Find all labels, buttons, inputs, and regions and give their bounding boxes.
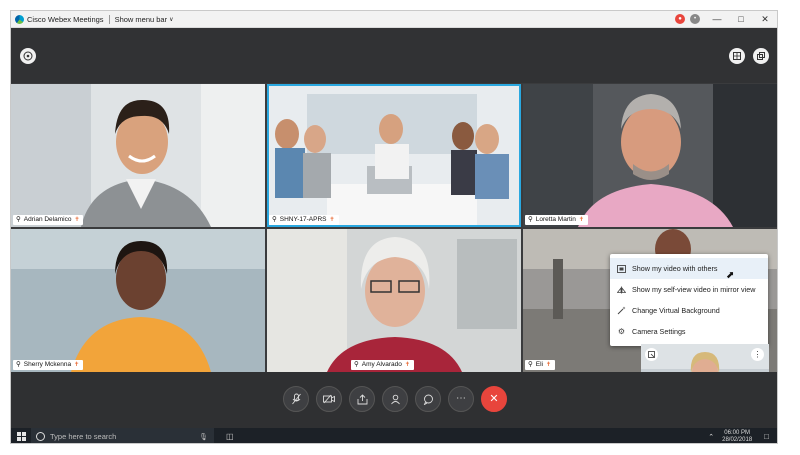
participant-video <box>267 229 521 372</box>
title-bar: Cisco Webex Meetings Show menu bar ∨ ● •… <box>11 11 777 28</box>
menu-item-label: Show my self-view video in mirror view <box>632 285 756 294</box>
grid-layout-icon <box>733 52 741 60</box>
share-icon <box>357 393 367 404</box>
participants-icon <box>390 394 400 404</box>
name-label: ⚲ SHNY-17-APRS ✝ <box>269 215 339 225</box>
notification-icon[interactable]: ● <box>675 14 685 24</box>
more-vertical-icon: ⋮ <box>753 349 762 359</box>
pin-icon: ⚲ <box>528 361 533 368</box>
name-label: ⚲ Sherry Mckenna ✝ <box>13 360 84 370</box>
microphone-muted-icon <box>291 393 301 405</box>
meeting-info-button[interactable] <box>20 48 36 64</box>
participant-name: SHNY-17-APRS <box>279 216 327 223</box>
layout-button[interactable] <box>729 48 745 64</box>
muted-mic-icon: ✝ <box>74 217 80 223</box>
app-title: Cisco Webex Meetings <box>27 14 104 24</box>
status-icon[interactable]: • <box>690 14 700 24</box>
name-label: ⚲ Amy Alvarado ✝ <box>351 360 414 370</box>
windows-taskbar: Type here to search 🎙 ◫ ⌃ 06:00 PM 28/02… <box>11 428 777 444</box>
name-label: ⚲ Adrian Delamico ✝ <box>13 215 84 225</box>
video-tile[interactable]: ⚲ SHNY-17-APRS ✝ <box>267 84 521 227</box>
participant-video <box>11 84 265 227</box>
participant-name: Adrian Delamico <box>23 216 72 223</box>
muted-mic-icon: ✝ <box>578 217 584 223</box>
participant-name: Loretta Martin <box>535 216 576 223</box>
windows-start-icon[interactable] <box>17 432 26 443</box>
muted-mic-icon: ✝ <box>404 362 410 368</box>
participant-name: Amy Alvarado <box>361 361 402 368</box>
chat-button[interactable] <box>415 386 441 412</box>
microphone-icon: 🎙 <box>199 433 208 441</box>
fullscreen-button[interactable] <box>753 48 769 64</box>
self-view-options-button[interactable] <box>645 348 658 361</box>
minimize-button[interactable]: — <box>705 11 729 27</box>
show-menu-bar-button[interactable]: Show menu bar ∨ <box>115 15 174 24</box>
meeting-top-bar <box>11 28 777 83</box>
search-circle-icon <box>36 432 45 441</box>
pin-icon: ⚲ <box>528 216 533 223</box>
stop-video-button[interactable] <box>316 386 342 412</box>
taskbar-clock[interactable]: 06:00 PM 28/02/2018 <box>722 430 752 444</box>
muted-mic-icon: ✝ <box>74 362 80 368</box>
menu-item-label: Show my video with others <box>632 264 718 273</box>
menu-item-show-video-with-others[interactable]: Show my video with others <box>610 258 768 279</box>
menu-item-mirror-view[interactable]: Show my self-view video in mirror view <box>610 279 768 300</box>
participant-video <box>11 229 265 372</box>
taskbar-search-box[interactable]: Type here to search 🎙 <box>31 428 214 443</box>
meeting-controls-bar: ⋯ ✕ <box>11 372 777 428</box>
participant-name: Eli <box>535 361 543 368</box>
name-label: ⚲ Loretta Martin ✝ <box>525 215 588 225</box>
muted-mic-icon: ✝ <box>546 362 552 368</box>
chevron-down-icon: ∨ <box>169 16 174 23</box>
name-label: ⚲ Eli ✝ <box>525 360 556 370</box>
chat-bubble-icon <box>423 394 433 405</box>
webex-window: Cisco Webex Meetings Show menu bar ∨ ● •… <box>10 10 778 444</box>
more-options-button[interactable]: ⋯ <box>448 386 474 412</box>
pin-icon: ⚲ <box>16 216 21 223</box>
show-menu-bar-label: Show menu bar <box>114 14 168 24</box>
video-options-menu: Show my video with others Show my self-v… <box>610 254 768 346</box>
menu-item-label: Camera Settings <box>632 327 686 336</box>
system-tray-chevron-icon[interactable]: ⌃ <box>708 433 714 441</box>
video-tile[interactable]: ⚲ Adrian Delamico ✝ <box>11 84 265 227</box>
webex-logo-icon <box>15 14 24 24</box>
close-window-button[interactable]: ✕ <box>753 11 777 27</box>
participant-video <box>267 84 521 227</box>
pin-icon: ⚲ <box>354 361 359 368</box>
magic-wand-icon <box>617 306 626 315</box>
participant-video <box>523 84 777 227</box>
maximize-button[interactable]: □ <box>729 11 753 27</box>
info-icon <box>23 51 33 61</box>
pin-icon: ⚲ <box>272 216 277 223</box>
clock-date: 28/02/2018 <box>722 436 753 443</box>
video-camera-icon <box>323 394 335 404</box>
video-tile[interactable]: ⚲ Sherry Mckenna ✝ <box>11 229 265 372</box>
title-separator <box>108 14 110 24</box>
self-view-more-button[interactable]: ⋮ <box>751 348 764 361</box>
more-horizontal-icon: ⋯ <box>456 393 466 404</box>
pin-icon: ⚲ <box>16 361 21 368</box>
share-content-button[interactable] <box>349 386 375 412</box>
gear-icon: ⚙ <box>617 327 626 336</box>
end-meeting-button[interactable]: ✕ <box>481 386 507 412</box>
show-video-icon <box>617 264 626 273</box>
notifications-icon[interactable]: □ <box>764 432 769 441</box>
menu-item-camera-settings[interactable]: ⚙ Camera Settings <box>610 321 768 342</box>
video-tile[interactable]: ⚲ Amy Alvarado ✝ <box>267 229 521 372</box>
menu-item-label: Change Virtual Background <box>632 306 720 315</box>
close-icon: ✕ <box>489 392 499 405</box>
self-view-icon <box>648 351 655 358</box>
mirror-icon <box>617 285 626 294</box>
clock-time: 06:00 PM <box>724 429 750 436</box>
search-placeholder: Type here to search <box>50 432 117 441</box>
menu-item-change-virtual-background[interactable]: Change Virtual Background <box>610 300 768 321</box>
layers-icon <box>757 52 765 60</box>
task-view-icon[interactable]: ◫ <box>226 432 234 441</box>
participant-name: Sherry Mckenna <box>23 361 72 368</box>
muted-mic-icon: ✝ <box>329 217 335 223</box>
mute-button[interactable] <box>283 386 309 412</box>
video-tile[interactable]: ⚲ Loretta Martin ✝ <box>523 84 777 227</box>
mouse-cursor-icon: ⬈ <box>726 270 735 281</box>
participants-button[interactable] <box>382 386 408 412</box>
